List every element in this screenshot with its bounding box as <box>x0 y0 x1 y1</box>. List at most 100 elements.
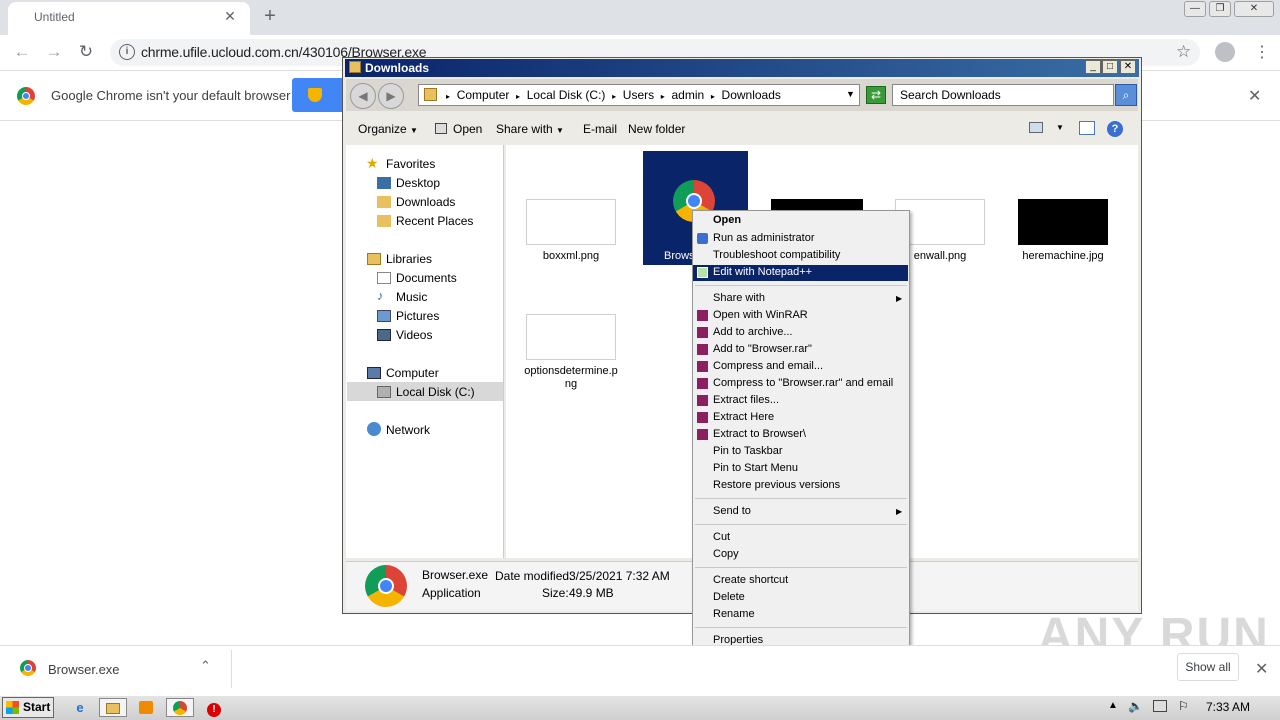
forward-arrow-icon[interactable]: → <box>43 42 65 64</box>
nav-desktop[interactable]: Desktop <box>396 176 440 190</box>
menu-item-cut[interactable]: Cut <box>713 531 730 543</box>
winrar-icon <box>697 429 708 440</box>
search-icon[interactable]: ⌕ <box>1115 84 1137 106</box>
menu-item-add-to-rar[interactable]: Add to "Browser.rar" <box>713 343 812 355</box>
media-player-icon[interactable] <box>132 698 160 717</box>
breadcrumb-local-disk[interactable]: Local Disk (C:) <box>527 88 606 102</box>
minimize-button[interactable]: — <box>1184 1 1206 17</box>
menu-item-pin-start[interactable]: Pin to Start Menu <box>713 462 798 474</box>
nav-recent-places[interactable]: Recent Places <box>396 214 473 228</box>
tab-title: Untitled <box>34 10 75 24</box>
menu-item-create-shortcut[interactable]: Create shortcut <box>713 574 788 586</box>
menu-item-pin-taskbar[interactable]: Pin to Taskbar <box>713 445 783 457</box>
nav-favorites[interactable]: Favorites <box>386 157 435 171</box>
organize-button[interactable]: Organize ▼ <box>358 122 418 136</box>
nav-documents[interactable]: Documents <box>396 271 457 285</box>
stop-icon[interactable]: ! <box>200 698 228 717</box>
explorer-close-button[interactable]: ✕ <box>1120 60 1136 74</box>
explorer-titlebar[interactable] <box>345 59 1139 77</box>
downloads-folder-icon <box>377 196 391 208</box>
nav-computer[interactable]: Computer <box>386 366 439 380</box>
nav-music[interactable]: Music <box>396 290 427 304</box>
breadcrumb-admin[interactable]: admin <box>671 88 704 102</box>
menu-item-add-archive[interactable]: Add to archive... <box>713 326 793 338</box>
nav-pictures[interactable]: Pictures <box>396 309 439 323</box>
nav-local-disk[interactable]: Local Disk (C:) <box>396 385 475 399</box>
menu-separator <box>695 524 907 525</box>
share-with-button[interactable]: Share with ▼ <box>496 122 564 136</box>
search-input[interactable]: Search Downloads <box>892 84 1114 106</box>
breadcrumb-computer[interactable]: Computer <box>457 88 510 102</box>
breadcrumb-users[interactable]: Users <box>623 88 654 102</box>
file-item[interactable]: boxxml.png <box>521 195 621 265</box>
menu-kebab-icon[interactable]: ⋮ <box>1254 42 1270 62</box>
nav-videos[interactable]: Videos <box>396 328 432 342</box>
menu-item-extract-here[interactable]: Extract Here <box>713 411 774 423</box>
nav-libraries[interactable]: Libraries <box>386 252 432 266</box>
videos-icon <box>377 329 391 341</box>
breadcrumb-downloads[interactable]: Downloads <box>722 88 781 102</box>
file-item[interactable]: optionsdetermine.p ng <box>521 310 621 394</box>
menu-separator <box>695 285 907 286</box>
chevron-up-icon[interactable]: ⌃ <box>200 658 211 674</box>
tab-close-icon[interactable]: ✕ <box>222 8 238 25</box>
tray-expand-icon[interactable]: ▲ <box>1108 700 1118 711</box>
infobar-close-icon[interactable]: ✕ <box>1248 86 1261 106</box>
menu-item-open-winrar[interactable]: Open with WinRAR <box>713 309 808 321</box>
explorer-maximize-button[interactable]: □ <box>1102 60 1118 74</box>
menu-item-send-to[interactable]: Send to <box>713 505 751 517</box>
menu-separator <box>695 498 907 499</box>
menu-item-compress-rar-email[interactable]: Compress to "Browser.rar" and email <box>713 377 893 389</box>
menu-item-compress-email[interactable]: Compress and email... <box>713 360 823 372</box>
ie-icon[interactable]: e <box>66 698 94 717</box>
email-button[interactable]: E-mail <box>583 122 617 136</box>
breadcrumb-path[interactable]: ▸ Computer ▸ Local Disk (C:) ▸ Users ▸ a… <box>446 88 781 102</box>
profile-avatar-icon[interactable] <box>1215 42 1235 62</box>
clock[interactable]: 7:33 AM <box>1206 700 1250 714</box>
help-icon[interactable]: ? <box>1107 121 1123 137</box>
close-window-button[interactable]: ✕ <box>1234 1 1274 17</box>
menu-item-share-with[interactable]: Share with <box>713 292 765 304</box>
downloads-bar-close-icon[interactable]: ✕ <box>1255 659 1268 679</box>
reload-icon[interactable]: ↻ <box>75 42 97 64</box>
network-tray-icon[interactable] <box>1153 700 1167 712</box>
menu-item-restore-versions[interactable]: Restore previous versions <box>713 479 840 491</box>
winrar-icon <box>697 361 708 372</box>
new-tab-button[interactable]: + <box>260 5 280 28</box>
volume-icon[interactable]: 🔈 <box>1128 699 1143 713</box>
menu-item-copy[interactable]: Copy <box>713 548 739 560</box>
recent-places-icon <box>377 215 391 227</box>
nav-downloads[interactable]: Downloads <box>396 195 455 209</box>
menu-item-rename[interactable]: Rename <box>713 608 755 620</box>
restore-button[interactable]: ❐ <box>1209 1 1231 17</box>
open-button[interactable]: Open <box>453 122 482 136</box>
preview-pane-icon[interactable] <box>1079 121 1095 135</box>
menu-item-extract-to[interactable]: Extract to Browser\ <box>713 428 806 440</box>
explorer-taskbar-icon[interactable] <box>99 698 127 717</box>
menu-item-delete[interactable]: Delete <box>713 591 745 603</box>
explorer-minimize-button[interactable]: _ <box>1085 60 1101 74</box>
menu-item-run-as-admin[interactable]: Run as administrator <box>713 232 815 244</box>
menu-item-edit-notepadpp[interactable]: Edit with Notepad++ <box>713 266 812 278</box>
explorer-back-button[interactable]: ◀ <box>350 83 376 109</box>
view-options-icon[interactable] <box>1029 122 1043 133</box>
new-folder-button[interactable]: New folder <box>628 122 685 136</box>
breadcrumb-dropdown-icon[interactable]: ▼ <box>846 89 855 99</box>
menu-item-extract-files[interactable]: Extract files... <box>713 394 779 406</box>
back-arrow-icon[interactable]: ← <box>11 42 33 64</box>
download-item[interactable]: Browser.exe <box>48 662 120 677</box>
action-center-flag-icon[interactable]: ⚐ <box>1178 699 1189 713</box>
chrome-taskbar-icon[interactable] <box>166 698 194 717</box>
show-all-button[interactable]: Show all <box>1177 653 1239 681</box>
explorer-forward-button[interactable]: ▶ <box>378 83 404 109</box>
file-label: heremachine.jpg <box>1022 250 1104 262</box>
nav-network[interactable]: Network <box>386 423 430 437</box>
info-icon[interactable]: i <box>119 44 135 60</box>
view-dropdown-icon[interactable]: ▼ <box>1056 123 1064 132</box>
menu-item-open[interactable]: Open <box>713 214 741 226</box>
menu-item-troubleshoot[interactable]: Troubleshoot compatibility <box>713 249 840 261</box>
file-item[interactable]: heremachine.jpg <box>1013 195 1113 265</box>
bookmark-star-icon[interactable]: ☆ <box>1176 42 1191 62</box>
refresh-icon[interactable]: ⇄ <box>866 86 886 104</box>
menu-separator <box>695 627 907 628</box>
